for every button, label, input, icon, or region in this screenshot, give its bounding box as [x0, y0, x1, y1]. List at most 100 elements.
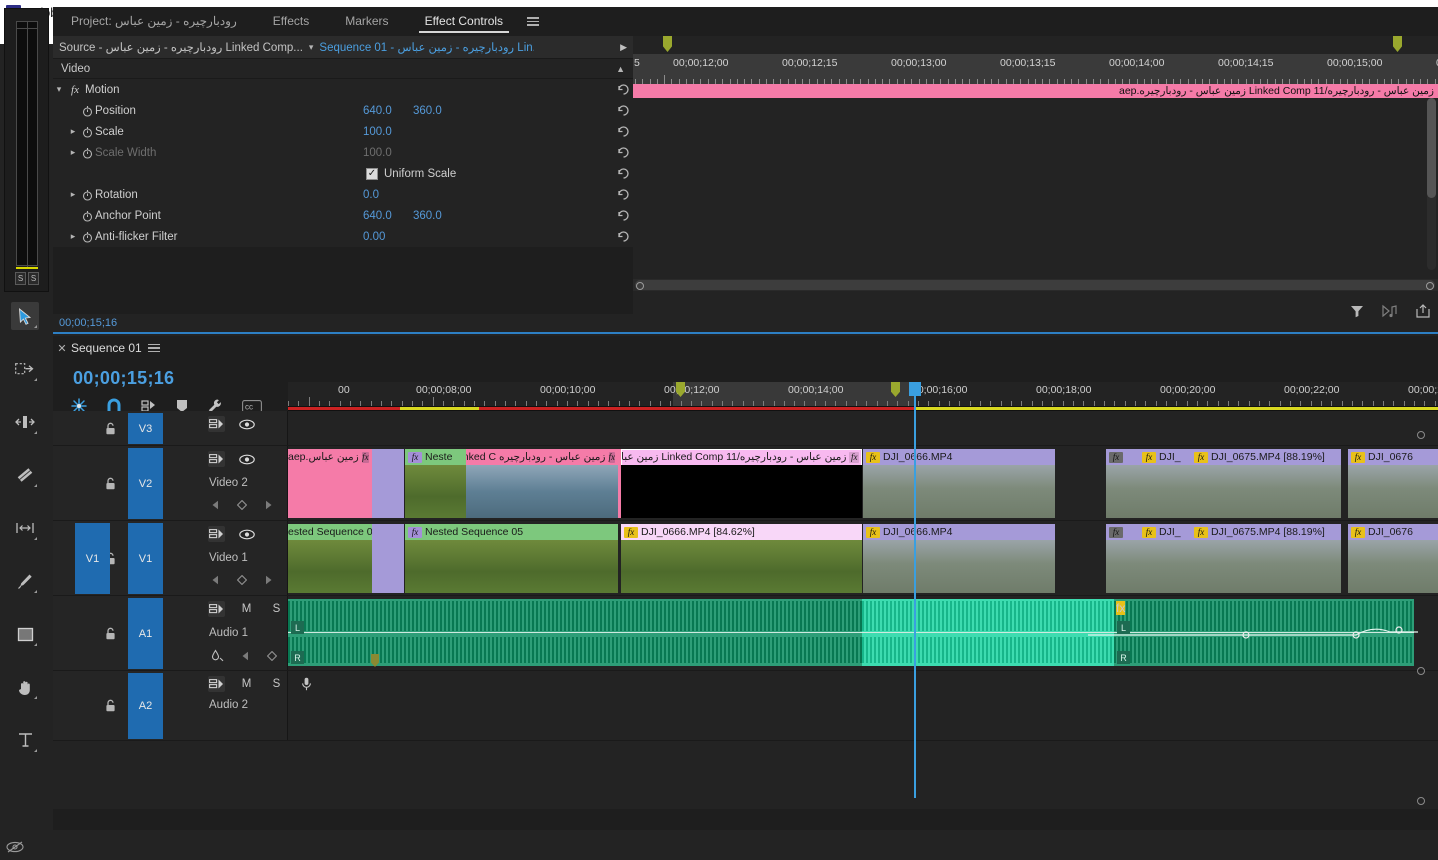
timeline-clip[interactable]	[372, 449, 404, 518]
meter-solo-left[interactable]: S	[15, 272, 26, 285]
next-keyframe-icon[interactable]	[264, 574, 273, 588]
lock-icon[interactable]	[105, 627, 116, 640]
timeline-clip[interactable]: fx DJI_0666.MP4	[863, 524, 1055, 593]
tab-sequence-01[interactable]: Sequence 01	[71, 341, 142, 355]
mute-track-button[interactable]: M	[238, 601, 255, 617]
reset-icon[interactable]	[613, 79, 633, 100]
track-target-v3[interactable]: V3	[128, 413, 163, 444]
selection-tool[interactable]	[11, 302, 39, 330]
uniform-scale-checkbox[interactable]: ✓	[366, 167, 378, 180]
stopwatch-icon[interactable]	[79, 210, 95, 222]
panel-menu-icon[interactable]	[147, 343, 160, 353]
property-value-2[interactable]: 360.0	[413, 105, 442, 117]
filter-icon[interactable]	[1350, 304, 1364, 321]
prev-keyframe-icon[interactable]	[211, 574, 220, 588]
timeline-playhead[interactable]	[914, 382, 916, 798]
close-icon[interactable]: ✕	[53, 342, 71, 355]
chevron-right-icon[interactable]: ▸	[67, 231, 79, 242]
timeline-playhead-handle[interactable]	[909, 382, 921, 396]
timeline-scroll-handle-end[interactable]	[1417, 797, 1425, 805]
track-select-forward-tool[interactable]	[11, 355, 39, 383]
timeline-clip[interactable]: fx DJI_0675.MP4 [88.19%]	[1191, 449, 1341, 518]
property-row-uniform-scale[interactable]: ✓ Uniform Scale	[53, 163, 633, 184]
timeline-ruler[interactable]: 00 00;00;08;00 00;00;10;00 00;00;12;00 00;00…	[288, 382, 1438, 406]
play-arrow-icon[interactable]: ▶	[620, 42, 627, 53]
timeline-clip[interactable]: fx Neste	[405, 449, 466, 518]
ec-tab-0[interactable]: Project: رودبارچیره - زمین عباس	[53, 7, 255, 36]
timeline-clip[interactable]: fx زمین عباس - رودبارچیره/Linked Comp 11 …	[621, 449, 862, 518]
next-keyframe-icon[interactable]	[264, 499, 273, 513]
reset-icon[interactable]	[613, 205, 633, 226]
pen-tool[interactable]	[11, 567, 39, 595]
timeline-scroll-handle-bottom[interactable]	[1417, 667, 1425, 675]
reset-icon[interactable]	[613, 184, 633, 205]
toggle-track-output-icon[interactable]	[208, 451, 225, 467]
timeline-clip[interactable]: fx زمین عباس.aep	[288, 449, 372, 518]
timeline-clip[interactable]: fx DJI_0675.MP4 [88.19%]	[1191, 524, 1341, 593]
razor-tool[interactable]	[11, 461, 39, 489]
track-lane-v1[interactable]: ested Sequence 04 fx Nested Sequence 05 fx D…	[288, 521, 1438, 595]
fade-icon[interactable]	[211, 649, 224, 665]
chevron-down-icon[interactable]: ▾	[309, 42, 314, 53]
reset-icon[interactable]	[613, 142, 633, 163]
sequence-clip-label[interactable]: Sequence 01 - رودبارچیره - زمین عباس Lin…	[319, 40, 534, 54]
video-section-header[interactable]: Video ▲	[53, 59, 633, 79]
stopwatch-icon[interactable]	[79, 231, 95, 243]
track-target-a2[interactable]: A2	[128, 673, 163, 739]
solo-track-button[interactable]: S	[268, 601, 285, 617]
property-row-anti-flicker-filter[interactable]: ▸ Anti-flicker Filter 0.00	[53, 226, 633, 247]
effect-controls-keyframe-area[interactable]	[633, 98, 1438, 270]
add-keyframe-icon[interactable]	[266, 650, 278, 664]
prev-keyframe-icon[interactable]	[211, 499, 220, 513]
timeline-timecode[interactable]: 00;00;15;16	[73, 368, 174, 389]
effect-motion-row[interactable]: ▾ fx Motion	[53, 79, 633, 100]
timeline-clip[interactable]: fxزمین عباس - رودبارچیره Linked C	[466, 449, 618, 518]
timeline-clip[interactable]: ested Sequence 04	[288, 524, 372, 593]
timeline-clip[interactable]: fx DJI_0666.MP4	[863, 449, 1055, 518]
toggle-visibility-icon[interactable]	[6, 840, 26, 854]
timeline-clip[interactable]: fx DJI_	[1139, 449, 1191, 518]
eye-icon[interactable]	[238, 451, 255, 467]
track-target-v1[interactable]: V1	[128, 523, 163, 594]
track-target-a1[interactable]: A1	[128, 598, 163, 669]
timeline-clip[interactable]: fx	[1106, 524, 1139, 593]
property-value-2[interactable]: 360.0	[413, 210, 442, 222]
stopwatch-icon[interactable]	[79, 189, 95, 201]
slip-tool[interactable]	[11, 514, 39, 542]
timeline-clip[interactable]: fx DJI_0666.MP4 [84.62%]	[621, 524, 862, 593]
property-row-rotation[interactable]: ▸ Rotation 0.0	[53, 184, 633, 205]
meter-solo-right[interactable]: S	[28, 272, 39, 285]
reset-icon[interactable]	[613, 121, 633, 142]
effect-controls-marker[interactable]	[1393, 36, 1402, 52]
play-keyframe-icon[interactable]	[1382, 304, 1398, 321]
track-lane-v2[interactable]: fx زمین عباس.aep fx Neste fx زمین عباس - رودب…	[288, 446, 1438, 520]
chevron-down-icon[interactable]: ▾	[53, 84, 65, 95]
ec-tab-1[interactable]: Effects	[255, 7, 327, 36]
hand-tool[interactable]	[11, 673, 39, 701]
timeline-clip[interactable]: fx DJI_0676	[1348, 449, 1438, 518]
property-value[interactable]: 100.0	[363, 147, 392, 159]
chevron-right-icon[interactable]: ▸	[67, 147, 79, 158]
lock-icon[interactable]	[105, 477, 116, 490]
chevron-up-icon[interactable]: ▲	[616, 64, 625, 74]
stopwatch-icon[interactable]	[79, 105, 95, 117]
reset-icon[interactable]	[613, 226, 633, 247]
audio-keyframe-curve[interactable]	[1088, 626, 1418, 644]
eye-icon[interactable]	[238, 526, 255, 542]
type-tool[interactable]	[11, 726, 39, 754]
mute-track-button[interactable]: M	[238, 676, 255, 692]
ec-tab-2[interactable]: Markers	[327, 7, 406, 36]
panel-menu-icon[interactable]	[527, 17, 540, 26]
chevron-right-icon[interactable]: ▸	[67, 189, 79, 200]
property-value[interactable]: 640.0	[363, 210, 392, 222]
effect-controls-vertical-scrollbar[interactable]	[1427, 98, 1436, 270]
ec-tab-3[interactable]: Effect Controls	[407, 7, 521, 36]
stopwatch-icon[interactable]	[79, 147, 95, 159]
property-value[interactable]: 0.00	[363, 231, 385, 243]
toggle-track-output-icon[interactable]	[208, 416, 225, 432]
chevron-right-icon[interactable]: ▸	[67, 126, 79, 137]
track-lane-v3[interactable]	[288, 411, 1438, 445]
property-row-scale-width[interactable]: ▸ Scale Width 100.0	[53, 142, 633, 163]
prev-keyframe-icon[interactable]	[241, 650, 250, 664]
toggle-track-output-icon[interactable]	[208, 601, 225, 617]
